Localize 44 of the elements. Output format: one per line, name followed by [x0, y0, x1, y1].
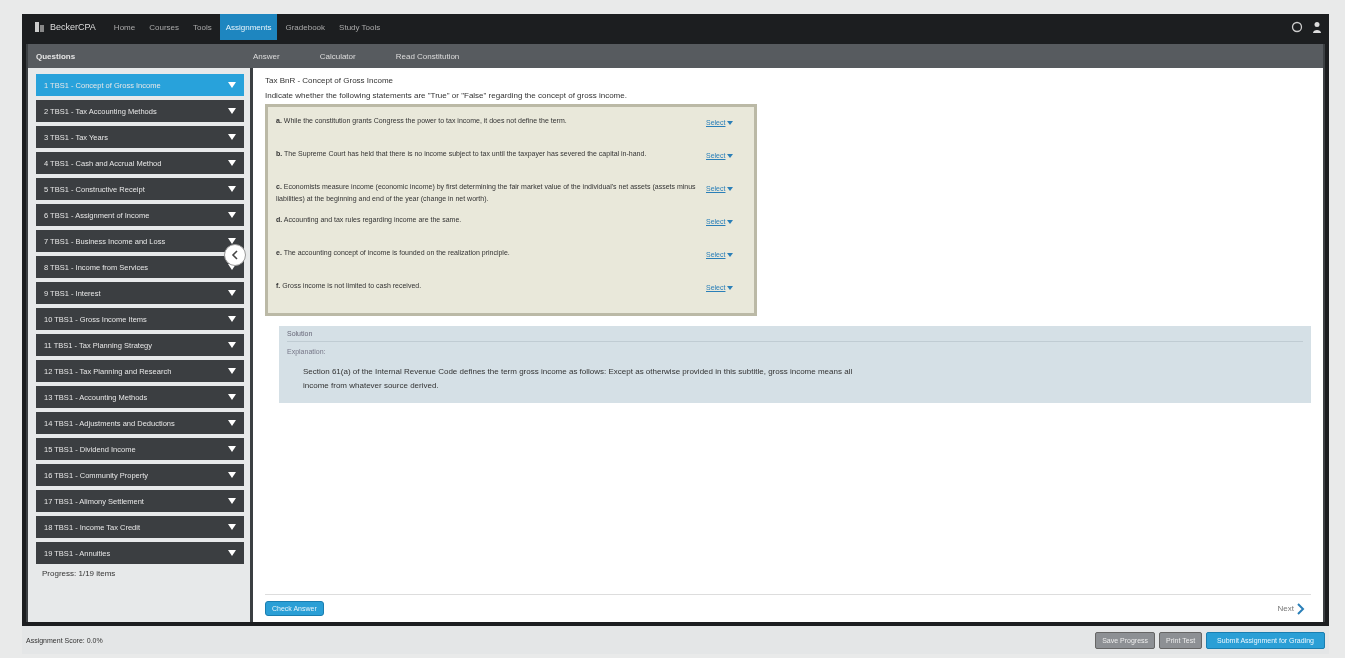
panel-title: Questions	[35, 51, 77, 61]
user-icon[interactable]	[1311, 21, 1323, 33]
toolbar-button[interactable]: Answer	[241, 44, 308, 68]
nav-tab[interactable]: Home	[107, 14, 142, 40]
chevron-left-icon	[231, 250, 239, 260]
caret-icon	[228, 498, 236, 504]
caret-icon	[228, 134, 236, 140]
caret-icon	[727, 285, 734, 290]
brand-name: BeckerCPA	[50, 22, 96, 32]
caret-icon	[228, 420, 236, 426]
caret-icon	[727, 219, 734, 224]
instructions-text: Indicate whether the following statements are "True" or "False" regarding the concept of gross income.	[265, 91, 628, 100]
caret-icon	[228, 212, 236, 218]
caret-icon	[727, 186, 734, 191]
caret-icon	[228, 160, 236, 166]
caret-icon	[727, 252, 734, 257]
caret-icon	[228, 342, 236, 348]
explanation-text: Section 61(a) of the Internal Revenue Code defines the term gross income as follows: Except as otherwise provided in this subtitle, gross income means all income from whatever source derived.	[302, 366, 854, 392]
caret-icon	[228, 394, 236, 400]
caret-icon	[228, 472, 236, 478]
progress-text: Progress: 1/19 items	[41, 568, 117, 578]
nav-tab[interactable]: Tools	[187, 14, 218, 40]
nav-tab[interactable]: Gradebook	[279, 14, 332, 40]
caret-icon	[228, 108, 236, 114]
caret-icon	[228, 186, 236, 192]
caret-icon	[228, 290, 236, 296]
logo-icon	[34, 21, 46, 33]
question-title: Tax BnR - Concept of Gross Income	[265, 76, 395, 85]
caret-icon	[727, 120, 734, 125]
caret-icon	[228, 550, 236, 556]
toolbar-button[interactable]: Read Constitution	[383, 44, 488, 68]
next-button[interactable]: Next	[1271, 601, 1311, 616]
help-icon[interactable]	[1291, 21, 1303, 33]
caret-icon	[228, 316, 236, 322]
caret-icon	[228, 446, 236, 452]
chevron-right-icon	[1297, 602, 1305, 615]
nav-tab[interactable]: Assignments	[219, 14, 278, 40]
caret-icon	[228, 368, 236, 374]
caret-icon	[727, 153, 734, 158]
nav-tab[interactable]: Study Tools	[333, 14, 387, 40]
caret-icon	[228, 524, 236, 530]
caret-icon	[228, 82, 236, 88]
nav-tab[interactable]: Courses	[143, 14, 185, 40]
toolbar-button[interactable]: Calculator	[307, 44, 384, 68]
